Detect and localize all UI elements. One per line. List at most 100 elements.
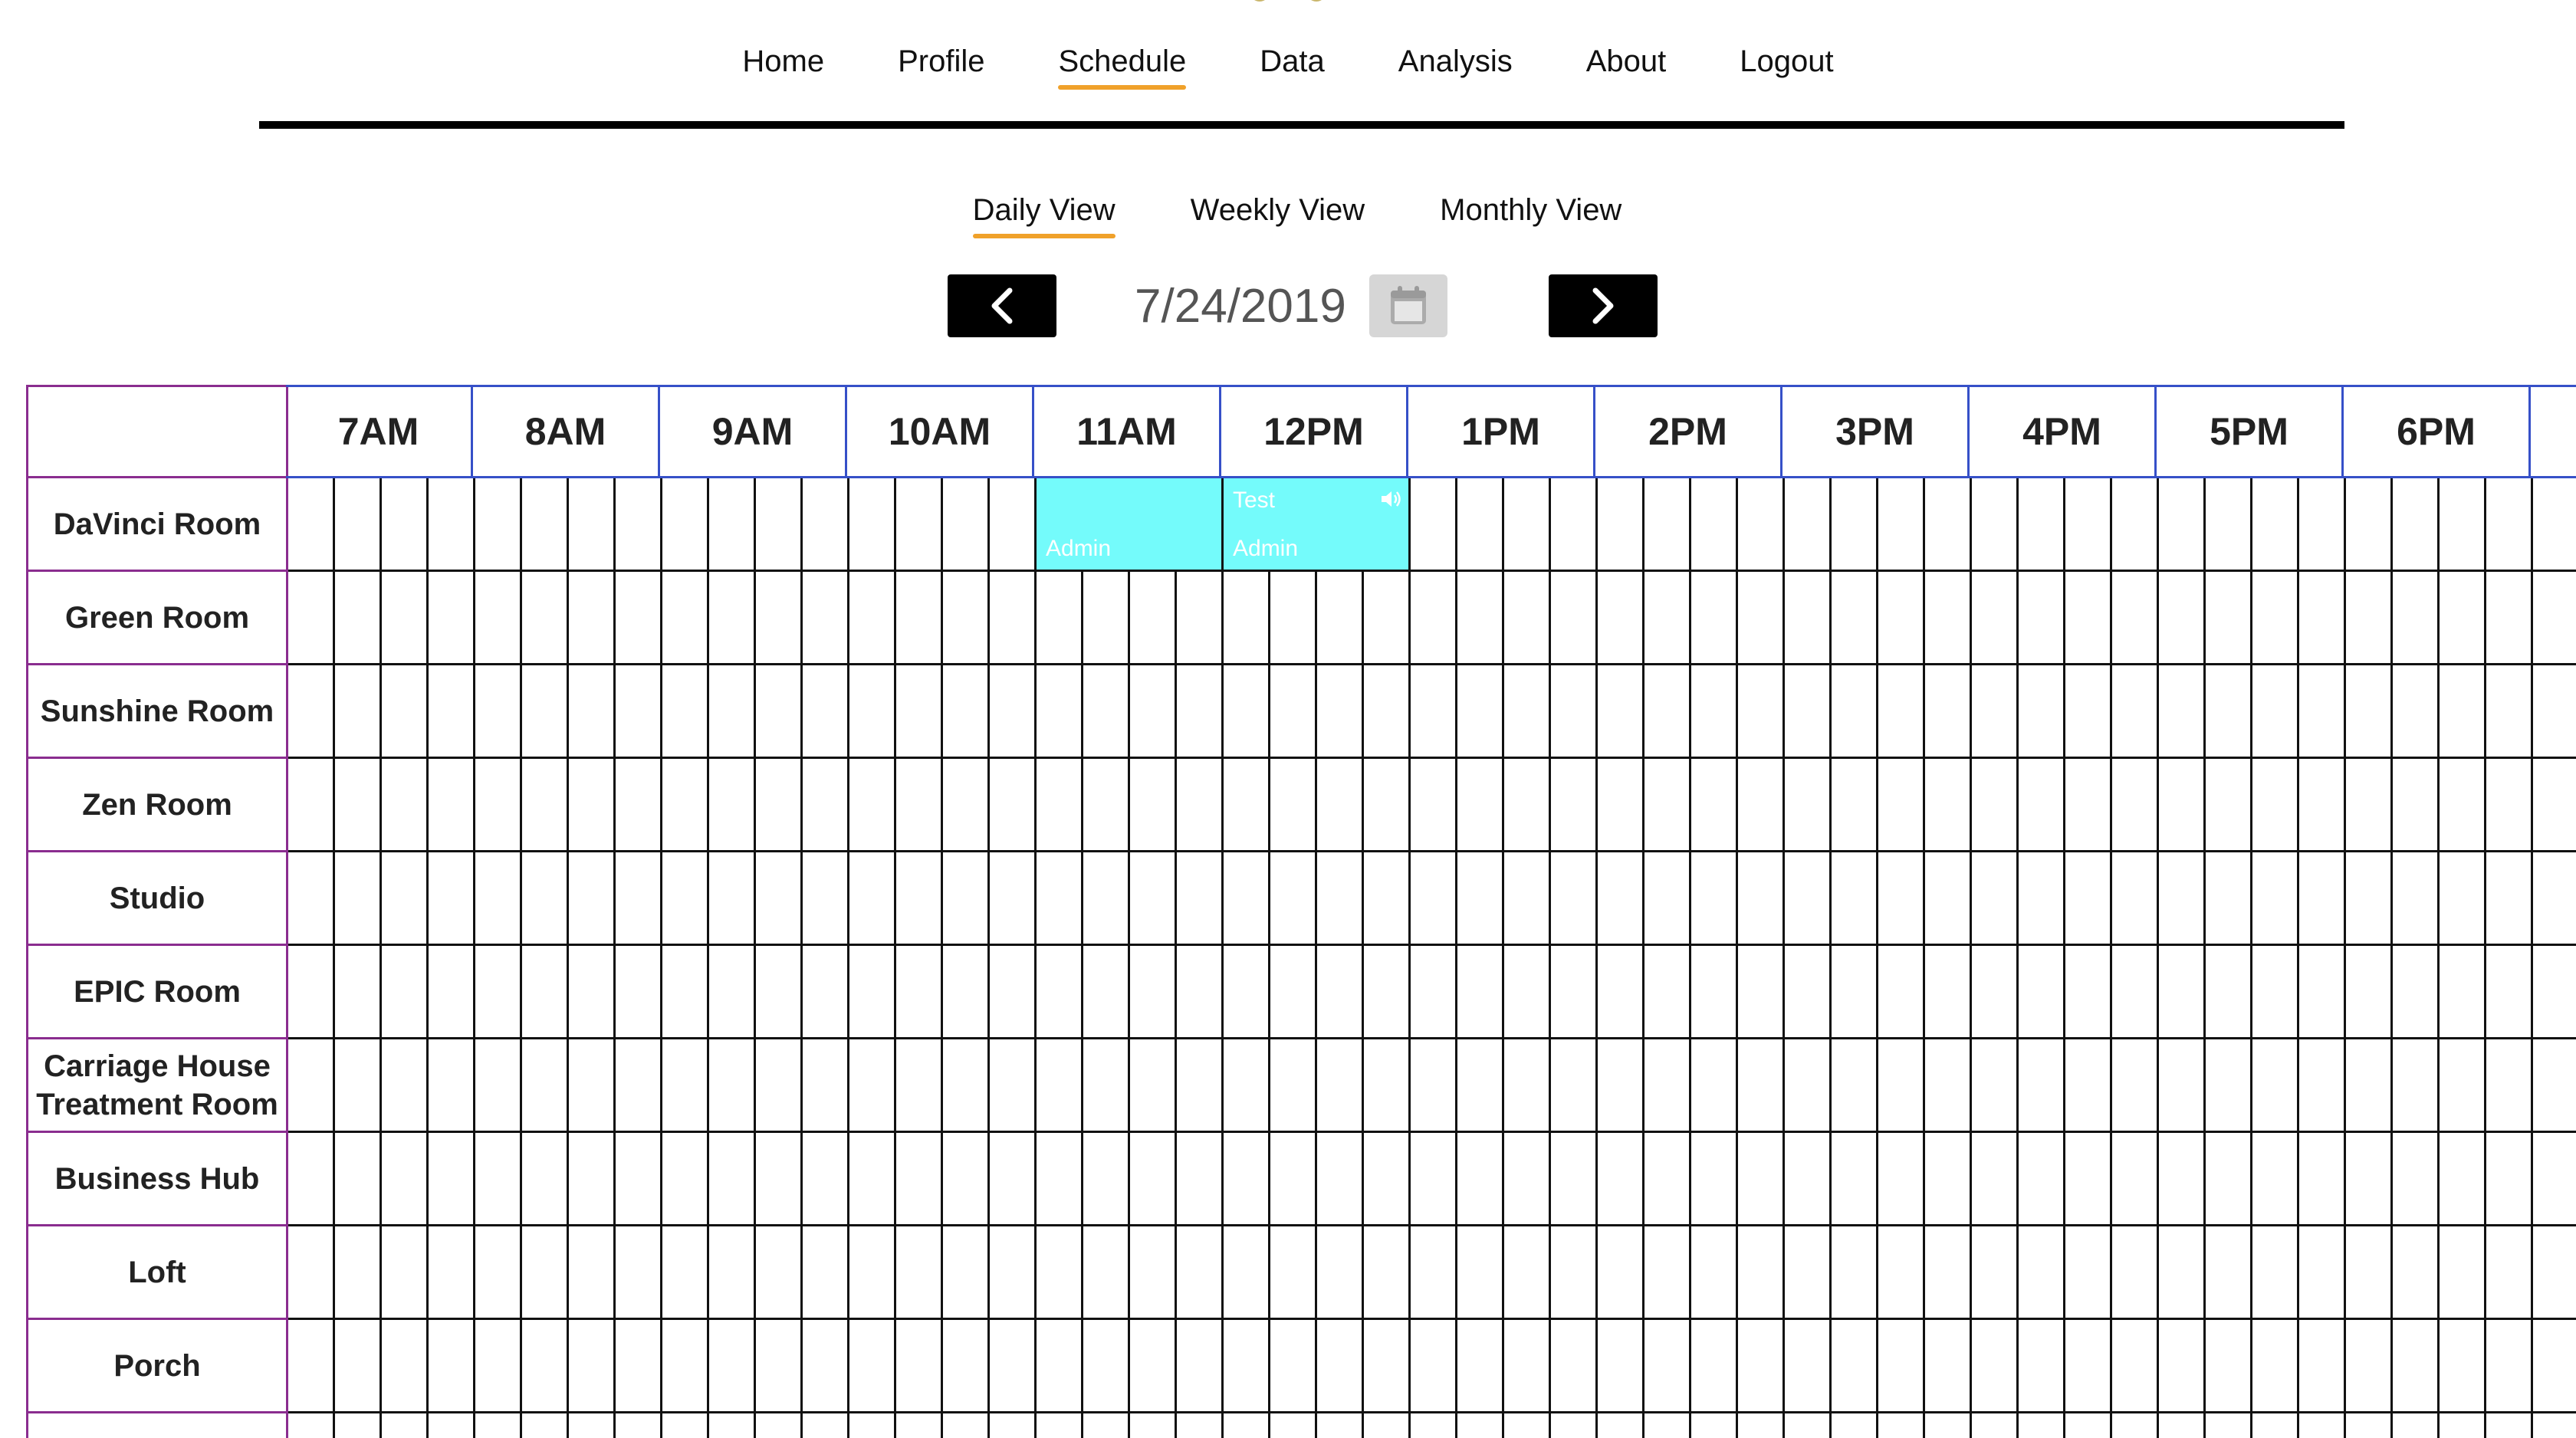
time-slot[interactable] xyxy=(2206,572,2252,665)
room-label[interactable]: Lawn xyxy=(26,1413,288,1438)
time-slot[interactable] xyxy=(1504,1320,1551,1413)
time-slot[interactable] xyxy=(1317,852,1364,946)
time-slot[interactable] xyxy=(1457,946,1504,1039)
time-slot[interactable] xyxy=(2159,1320,2206,1413)
time-slot[interactable] xyxy=(849,1039,896,1133)
time-slot[interactable] xyxy=(1364,1320,1411,1413)
time-slot[interactable] xyxy=(1691,852,1738,946)
time-slot[interactable] xyxy=(288,1413,335,1438)
time-slot[interactable] xyxy=(2440,665,2486,759)
time-slot[interactable] xyxy=(2299,572,2346,665)
time-slot[interactable] xyxy=(1972,1039,2019,1133)
time-slot[interactable] xyxy=(522,1320,569,1413)
time-slot[interactable] xyxy=(709,1133,756,1226)
time-slot[interactable] xyxy=(2486,665,2533,759)
time-slot[interactable] xyxy=(2206,946,2252,1039)
time-slot[interactable] xyxy=(1738,1413,1785,1438)
time-slot[interactable] xyxy=(1177,572,1224,665)
time-slot[interactable] xyxy=(2393,572,2440,665)
time-slot[interactable] xyxy=(522,665,569,759)
time-slot[interactable] xyxy=(2299,1226,2346,1320)
time-slot[interactable] xyxy=(943,1226,990,1320)
time-slot[interactable] xyxy=(990,1320,1037,1413)
time-slot[interactable] xyxy=(522,1133,569,1226)
time-slot[interactable] xyxy=(335,1133,382,1226)
time-slot[interactable] xyxy=(1177,665,1224,759)
time-slot[interactable] xyxy=(2533,665,2576,759)
room-label[interactable]: Green Room xyxy=(26,572,288,665)
time-slot[interactable] xyxy=(1738,1039,1785,1133)
time-slot[interactable] xyxy=(1457,478,1504,572)
time-slot[interactable] xyxy=(1411,1133,1457,1226)
time-slot[interactable] xyxy=(803,1226,849,1320)
room-label[interactable]: Loft xyxy=(26,1226,288,1320)
time-slot[interactable] xyxy=(1925,478,1972,572)
time-slot[interactable] xyxy=(1457,1133,1504,1226)
time-slot[interactable] xyxy=(2440,1413,2486,1438)
time-slot[interactable] xyxy=(2252,1413,2299,1438)
time-slot[interactable] xyxy=(1551,1320,1598,1413)
time-slot[interactable] xyxy=(1878,572,1925,665)
time-slot[interactable] xyxy=(1270,1039,1317,1133)
time-slot[interactable] xyxy=(2346,852,2393,946)
time-slot[interactable] xyxy=(522,572,569,665)
time-slot[interactable] xyxy=(288,572,335,665)
time-slot[interactable] xyxy=(2440,852,2486,946)
time-slot[interactable] xyxy=(756,478,803,572)
time-slot[interactable] xyxy=(943,852,990,946)
time-slot[interactable] xyxy=(2065,572,2112,665)
time-slot[interactable] xyxy=(2346,759,2393,852)
time-slot[interactable] xyxy=(2486,946,2533,1039)
time-slot[interactable] xyxy=(1925,572,1972,665)
time-slot[interactable] xyxy=(1364,572,1411,665)
time-slot[interactable] xyxy=(1411,852,1457,946)
time-slot[interactable] xyxy=(1598,1039,1644,1133)
time-slot[interactable] xyxy=(1037,665,1083,759)
time-slot[interactable] xyxy=(1832,759,1878,852)
time-slot[interactable] xyxy=(1598,478,1644,572)
time-slot[interactable] xyxy=(896,759,943,852)
room-label[interactable]: Studio xyxy=(26,852,288,946)
time-slot[interactable] xyxy=(2299,1039,2346,1133)
time-slot[interactable] xyxy=(1832,852,1878,946)
time-slot[interactable] xyxy=(1364,759,1411,852)
time-slot[interactable] xyxy=(2346,1226,2393,1320)
time-slot[interactable] xyxy=(2252,946,2299,1039)
time-slot[interactable] xyxy=(943,478,990,572)
time-slot[interactable] xyxy=(2252,1320,2299,1413)
time-slot[interactable] xyxy=(1972,1413,2019,1438)
time-slot[interactable] xyxy=(1644,759,1691,852)
time-slot[interactable] xyxy=(1224,1133,1270,1226)
time-slot[interactable] xyxy=(1644,665,1691,759)
time-slot[interactable] xyxy=(849,852,896,946)
time-slot[interactable] xyxy=(2393,1226,2440,1320)
time-slot[interactable] xyxy=(1317,1133,1364,1226)
time-slot[interactable] xyxy=(803,946,849,1039)
time-slot[interactable] xyxy=(335,852,382,946)
time-slot[interactable] xyxy=(990,1039,1037,1133)
nav-item-home[interactable]: Home xyxy=(742,44,824,87)
time-slot[interactable] xyxy=(2159,1039,2206,1133)
time-slot[interactable] xyxy=(429,759,475,852)
time-slot[interactable] xyxy=(2206,759,2252,852)
time-slot[interactable] xyxy=(1598,1133,1644,1226)
time-slot[interactable] xyxy=(569,1226,616,1320)
time-slot[interactable] xyxy=(896,478,943,572)
time-slot[interactable] xyxy=(2346,572,2393,665)
time-slot[interactable] xyxy=(2112,1039,2159,1133)
time-slot[interactable] xyxy=(990,665,1037,759)
time-slot[interactable] xyxy=(288,665,335,759)
time-slot[interactable] xyxy=(1457,1226,1504,1320)
time-slot[interactable] xyxy=(1130,852,1177,946)
time-slot[interactable] xyxy=(849,946,896,1039)
time-slot[interactable] xyxy=(1691,665,1738,759)
time-slot[interactable] xyxy=(1785,1133,1832,1226)
booking-block[interactable]: Admin xyxy=(1037,478,1224,570)
time-slot[interactable] xyxy=(1411,665,1457,759)
time-slot[interactable] xyxy=(2206,1226,2252,1320)
time-slot[interactable] xyxy=(2533,1413,2576,1438)
time-slot[interactable] xyxy=(1177,1320,1224,1413)
time-slot[interactable] xyxy=(1551,946,1598,1039)
time-slot[interactable] xyxy=(2486,1320,2533,1413)
time-slot[interactable] xyxy=(2252,1226,2299,1320)
